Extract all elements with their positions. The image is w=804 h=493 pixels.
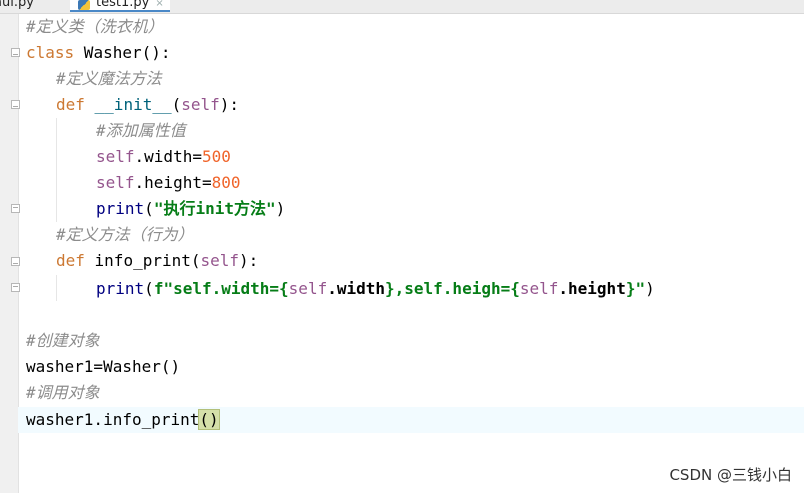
tab-label: test1.py bbox=[96, 0, 150, 10]
close-icon[interactable]: × bbox=[155, 0, 163, 9]
self-keyword: self bbox=[519, 279, 559, 298]
self-keyword: self bbox=[96, 147, 135, 166]
comment: #创建对象 bbox=[26, 331, 100, 350]
code-text: ( bbox=[144, 199, 154, 218]
code-line-5: #添加属性值 bbox=[96, 118, 186, 144]
code-text: ) bbox=[645, 279, 655, 298]
comment: #定义方法（行为） bbox=[56, 225, 194, 244]
builtin-function: print bbox=[96, 279, 145, 298]
code-line-1: #定义类（洗衣机） bbox=[26, 14, 164, 40]
code-text: Washer(): bbox=[74, 43, 171, 62]
fold-info-print-icon[interactable] bbox=[11, 257, 20, 266]
comment: #定义类（洗衣机） bbox=[26, 17, 164, 36]
tab-test1-py[interactable]: test1.py × bbox=[70, 0, 170, 12]
python-file-icon bbox=[78, 0, 90, 10]
code-text: ( bbox=[171, 95, 182, 114]
keyword: def bbox=[56, 251, 85, 270]
code-line-9: #定义方法（行为） bbox=[56, 222, 194, 248]
fold-init-end-icon[interactable] bbox=[11, 204, 20, 213]
code-text: .width= bbox=[134, 147, 202, 166]
string-literal: },self.heigh={ bbox=[385, 279, 520, 298]
code-line-14: washer1=Washer() bbox=[26, 354, 180, 380]
editor-gutter bbox=[0, 14, 20, 493]
self-keyword: self bbox=[288, 279, 328, 298]
string-literal: }" bbox=[625, 279, 646, 298]
code-text: .width bbox=[327, 279, 385, 298]
comment: #添加属性值 bbox=[96, 121, 186, 140]
code-line-2: class Washer(): bbox=[26, 40, 171, 66]
code-line-7: self.height=800 bbox=[96, 170, 241, 196]
comment: #调用对象 bbox=[26, 383, 100, 402]
fold-class-icon[interactable] bbox=[11, 48, 20, 57]
self-keyword: self bbox=[181, 95, 220, 114]
self-keyword: self bbox=[96, 173, 135, 192]
string-literal: "执行init方法" bbox=[153, 199, 276, 218]
code-text: ) bbox=[275, 199, 286, 218]
builtin-function: print bbox=[96, 199, 145, 218]
code-text: .height bbox=[558, 279, 626, 298]
code-line-4: def __init__(self): bbox=[56, 92, 239, 118]
code-text: ): bbox=[239, 251, 259, 270]
code-text: ( bbox=[144, 279, 154, 298]
fold-init-icon[interactable] bbox=[11, 100, 20, 109]
number-literal: 800 bbox=[211, 173, 241, 192]
editor-tab-bar: aui.py test1.py × bbox=[0, 0, 804, 14]
code-text: washer1=Washer() bbox=[26, 357, 181, 376]
code-text: ( bbox=[190, 251, 201, 270]
code-line-15: #调用对象 bbox=[26, 380, 100, 406]
indent-guide bbox=[56, 118, 57, 222]
function-name: info_print bbox=[84, 251, 191, 270]
string-literal: f"self.width={ bbox=[153, 279, 289, 298]
code-line-3: #定义魔法方法 bbox=[56, 66, 162, 92]
code-line-10: def info_print(self): bbox=[56, 248, 258, 274]
self-keyword: self bbox=[200, 251, 240, 270]
keyword: def bbox=[56, 95, 85, 114]
tab-aui-py[interactable]: aui.py bbox=[0, 0, 34, 12]
code-text: washer1.info_print bbox=[26, 410, 200, 429]
indent-guide bbox=[56, 275, 57, 301]
matched-parens: () bbox=[198, 409, 220, 430]
code-line-6: self.width=500 bbox=[96, 144, 231, 170]
function-name: __init__ bbox=[84, 95, 172, 114]
code-line-13: #创建对象 bbox=[26, 328, 100, 354]
number-literal: 500 bbox=[201, 147, 231, 166]
keyword: class bbox=[26, 43, 75, 62]
tab-label: aui.py bbox=[0, 0, 34, 10]
code-text: ): bbox=[219, 95, 240, 114]
code-line-11: print(f"self.width={self.width},self.hei… bbox=[96, 276, 655, 302]
code-line-8: print("执行init方法") bbox=[96, 196, 285, 222]
code-text: .height= bbox=[134, 173, 212, 192]
watermark: CSDN @三钱小白 bbox=[669, 466, 792, 484]
code-line-16-current: washer1.info_print() bbox=[18, 407, 804, 433]
fold-info-print-end-icon[interactable] bbox=[11, 283, 20, 292]
comment: #定义魔法方法 bbox=[56, 69, 162, 88]
